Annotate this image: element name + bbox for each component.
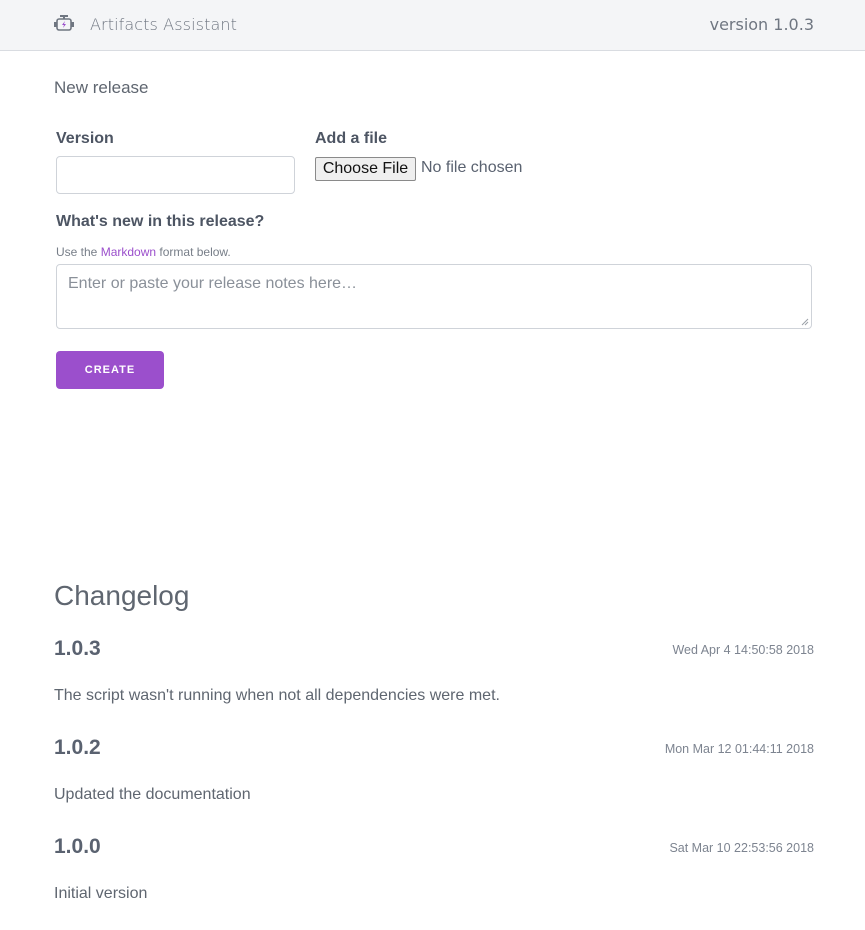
changelog-entry-version: 1.0.2 xyxy=(54,736,101,759)
version-label: Version xyxy=(56,130,114,147)
new-release-title: New release xyxy=(54,78,149,97)
release-notes-textarea[interactable]: Enter or paste your release notes here… xyxy=(56,264,812,329)
markdown-link[interactable]: Markdown xyxy=(101,245,156,259)
changelog-entry-version: 1.0.3 xyxy=(54,637,101,660)
version-input[interactable] xyxy=(56,156,295,194)
hint-suffix: format below. xyxy=(156,245,231,259)
top-bar: Artifacts Assistant version 1.0.3 xyxy=(0,0,865,51)
resize-grip-icon[interactable] xyxy=(801,318,809,326)
app-name: Artifacts Assistant xyxy=(90,15,237,34)
file-status: No file chosen xyxy=(421,159,523,176)
release-notes-placeholder: Enter or paste your release notes here… xyxy=(68,275,358,292)
changelog-title: Changelog xyxy=(54,580,190,611)
changelog-entry-version: 1.0.0 xyxy=(54,835,101,858)
app-version: version 1.0.3 xyxy=(709,15,814,34)
changelog-entry-date: Mon Mar 12 01:44:11 2018 xyxy=(664,742,814,756)
markdown-hint: Use the Markdown format below. xyxy=(56,245,231,259)
changelog-entry-note: Updated the documentation xyxy=(54,786,251,803)
choose-file-button[interactable]: Choose File xyxy=(315,157,416,181)
engine-icon xyxy=(54,15,74,31)
changelog-entry-date: Wed Apr 4 14:50:58 2018 xyxy=(672,643,814,657)
release-notes-label: What's new in this release? xyxy=(56,213,265,230)
add-file-label: Add a file xyxy=(315,130,388,147)
changelog-entry-date: Sat Mar 10 22:53:56 2018 xyxy=(669,841,814,855)
hint-prefix: Use the xyxy=(56,245,101,259)
changelog-entry-note: The script wasn't running when not all d… xyxy=(54,687,500,704)
changelog-entry-note: Initial version xyxy=(54,885,148,902)
create-button[interactable]: CREATE xyxy=(56,351,164,389)
